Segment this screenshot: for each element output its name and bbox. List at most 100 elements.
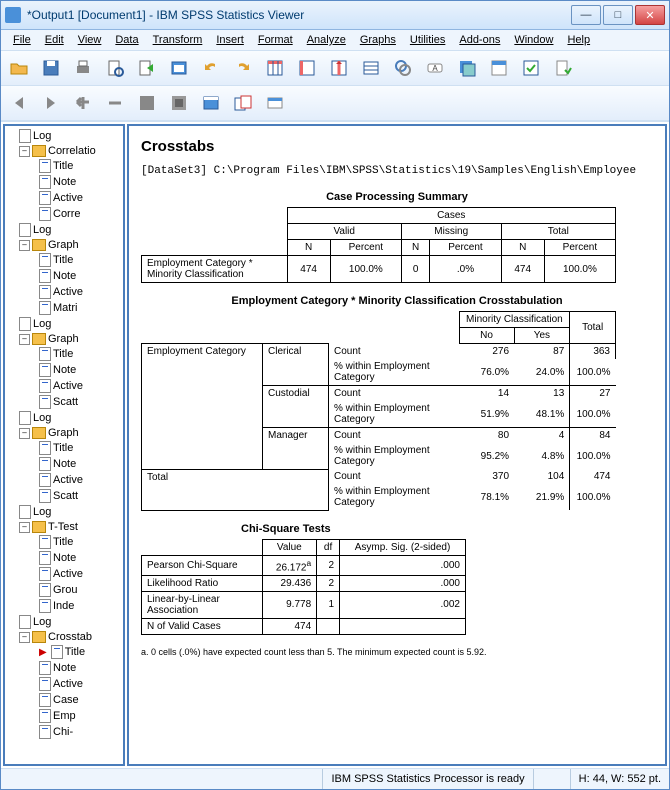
outline-log[interactable]: Log: [5, 614, 123, 630]
outline-item[interactable]: Active: [5, 284, 123, 300]
collapse-icon[interactable]: [165, 89, 193, 117]
outline-log[interactable]: Log: [5, 316, 123, 332]
outline-book[interactable]: –Correlatio: [5, 144, 123, 158]
outline-item[interactable]: Note: [5, 268, 123, 284]
outline-item[interactable]: Title: [5, 534, 123, 550]
recall-dialog-icon[interactable]: [165, 54, 193, 82]
outline-item[interactable]: Matri: [5, 300, 123, 316]
app-icon: [5, 7, 21, 23]
collapse-toggle-icon[interactable]: –: [19, 428, 30, 439]
promote-icon[interactable]: [69, 89, 97, 117]
outline-item[interactable]: Active: [5, 378, 123, 394]
menu-transform[interactable]: Transform: [147, 32, 209, 48]
outline-log[interactable]: Log: [5, 410, 123, 426]
page-icon: [39, 395, 51, 409]
show-icon[interactable]: [197, 89, 225, 117]
menubar: File Edit View Data Transform Insert For…: [1, 30, 669, 51]
print-preview-icon[interactable]: [101, 54, 129, 82]
outline-book[interactable]: –Graph: [5, 332, 123, 346]
menu-format[interactable]: Format: [252, 32, 299, 48]
close-button[interactable]: ✕: [635, 5, 665, 25]
minimize-button[interactable]: —: [571, 5, 601, 25]
menu-view[interactable]: View: [72, 32, 108, 48]
collapse-toggle-icon[interactable]: –: [19, 146, 30, 157]
outline-book[interactable]: –Graph: [5, 238, 123, 252]
insert-heading-icon[interactable]: [261, 89, 289, 117]
outline-book[interactable]: –T-Test: [5, 520, 123, 534]
value-labels-icon[interactable]: A: [421, 54, 449, 82]
page-icon: [39, 551, 51, 565]
undo-icon[interactable]: [197, 54, 225, 82]
outline-pane[interactable]: Log–CorrelatioTitleNoteActiveCorreLog–Gr…: [3, 124, 125, 766]
menu-insert[interactable]: Insert: [210, 32, 250, 48]
outline-log[interactable]: Log: [5, 504, 123, 520]
collapse-toggle-icon[interactable]: –: [19, 240, 30, 251]
outline-item[interactable]: Note: [5, 660, 123, 676]
outline-item[interactable]: Active: [5, 676, 123, 692]
outline-item[interactable]: Active: [5, 472, 123, 488]
outline-item[interactable]: Chi-: [5, 724, 123, 740]
outline-item[interactable]: ▶Title: [5, 644, 123, 660]
maximize-button[interactable]: □: [603, 5, 633, 25]
outline-log[interactable]: Log: [5, 128, 123, 144]
outline-item[interactable]: Corre: [5, 206, 123, 222]
outline-item[interactable]: Note: [5, 174, 123, 190]
print-icon[interactable]: [69, 54, 97, 82]
collapse-toggle-icon[interactable]: –: [19, 632, 30, 643]
show-all-variables-icon[interactable]: [485, 54, 513, 82]
variables-icon[interactable]: [357, 54, 385, 82]
export-icon[interactable]: [133, 54, 161, 82]
outline-item[interactable]: Title: [5, 158, 123, 174]
menu-help[interactable]: Help: [561, 32, 596, 48]
outline-item[interactable]: Case: [5, 692, 123, 708]
crosstab-table[interactable]: Minority ClassificationTotal NoYes Emplo…: [141, 311, 616, 511]
back-icon[interactable]: [5, 89, 33, 117]
outline-item[interactable]: Title: [5, 252, 123, 268]
outline-book[interactable]: –Graph: [5, 426, 123, 440]
menu-utilities[interactable]: Utilities: [404, 32, 451, 48]
goto-data-icon[interactable]: [261, 54, 289, 82]
outline-item[interactable]: Active: [5, 566, 123, 582]
outline-item[interactable]: Emp: [5, 708, 123, 724]
outline-item[interactable]: Inde: [5, 598, 123, 614]
menu-edit[interactable]: Edit: [39, 32, 70, 48]
demote-icon[interactable]: [101, 89, 129, 117]
hide-icon[interactable]: [229, 89, 257, 117]
current-item-icon: ▶: [39, 647, 47, 658]
use-variable-sets-icon[interactable]: [453, 54, 481, 82]
menu-window[interactable]: Window: [508, 32, 559, 48]
outline-item[interactable]: Grou: [5, 582, 123, 598]
outline-log[interactable]: Log: [5, 222, 123, 238]
goto-case-icon[interactable]: [325, 54, 353, 82]
toolbar-nav: [1, 86, 669, 121]
outline-item[interactable]: Active: [5, 190, 123, 206]
collapse-toggle-icon[interactable]: –: [19, 334, 30, 345]
save-icon[interactable]: [37, 54, 65, 82]
outline-item[interactable]: Note: [5, 362, 123, 378]
forward-icon[interactable]: [37, 89, 65, 117]
cps-table[interactable]: Cases ValidMissingTotal NPercentNPercent…: [141, 207, 616, 283]
outline-item[interactable]: Note: [5, 550, 123, 566]
goto-variable-icon[interactable]: [293, 54, 321, 82]
menu-graphs[interactable]: Graphs: [354, 32, 402, 48]
outline-item[interactable]: Scatt: [5, 394, 123, 410]
menu-addons[interactable]: Add-ons: [453, 32, 506, 48]
chisq-table[interactable]: ValuedfAsymp. Sig. (2-sided) Pearson Chi…: [141, 539, 466, 635]
toolbar-main: A: [1, 51, 669, 86]
redo-icon[interactable]: [229, 54, 257, 82]
designate-window-icon[interactable]: [517, 54, 545, 82]
outline-item[interactable]: Title: [5, 440, 123, 456]
open-icon[interactable]: [5, 54, 33, 82]
spell-check-icon[interactable]: [549, 54, 577, 82]
collapse-toggle-icon[interactable]: –: [19, 522, 30, 533]
outline-book[interactable]: –Crosstab: [5, 630, 123, 644]
menu-data[interactable]: Data: [109, 32, 144, 48]
outline-item[interactable]: Title: [5, 346, 123, 362]
outline-item[interactable]: Scatt: [5, 488, 123, 504]
expand-icon[interactable]: [133, 89, 161, 117]
menu-analyze[interactable]: Analyze: [301, 32, 352, 48]
outline-item[interactable]: Note: [5, 456, 123, 472]
viewer-pane[interactable]: Crosstabs [DataSet3] C:\Program Files\IB…: [127, 124, 667, 766]
select-cases-icon[interactable]: [389, 54, 417, 82]
menu-file[interactable]: File: [7, 32, 37, 48]
